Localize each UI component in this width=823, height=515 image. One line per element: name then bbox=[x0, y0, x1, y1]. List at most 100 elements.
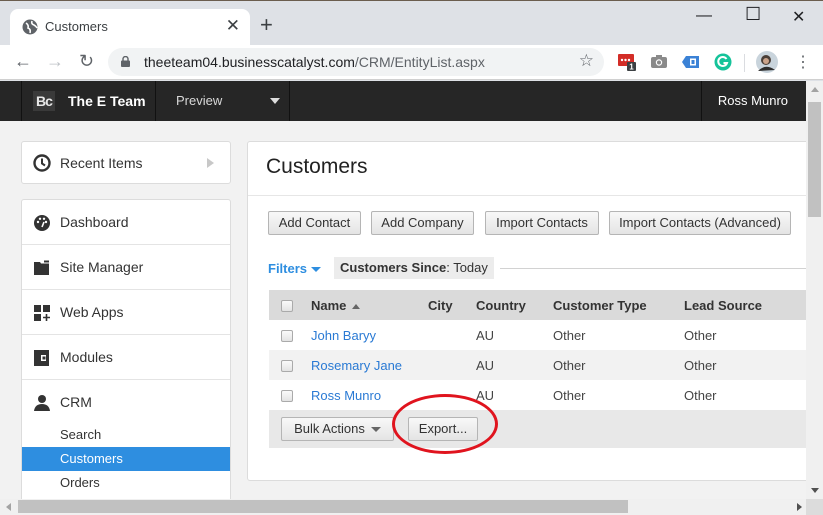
column-header-customer-type[interactable]: Customer Type bbox=[553, 290, 684, 320]
url-text[interactable]: theeteam04.businesscatalyst.com/CRM/Enti… bbox=[144, 54, 485, 70]
folder-icon bbox=[34, 260, 49, 275]
browser-tab[interactable]: Customers ✕ bbox=[10, 9, 250, 45]
camera-icon[interactable] bbox=[650, 53, 668, 71]
browser-window: Customers ✕ + — ☐ ✕ ← → ↻ theeteam04.bus… bbox=[0, 0, 823, 515]
tab-close-icon[interactable]: ✕ bbox=[226, 16, 240, 36]
vertical-scroll-thumb[interactable] bbox=[808, 102, 821, 217]
city-cell bbox=[428, 320, 476, 350]
scroll-right-arrow-icon[interactable] bbox=[797, 503, 802, 511]
row-checkbox[interactable] bbox=[281, 330, 293, 343]
sort-ascending-icon bbox=[352, 303, 361, 309]
title-divider bbox=[248, 195, 806, 196]
forward-button[interactable]: → bbox=[46, 50, 64, 72]
bulk-actions-bar: Bulk Actions Export... bbox=[269, 410, 806, 448]
add-company-button[interactable]: Add Company bbox=[371, 211, 474, 235]
sidebar-item-site-manager[interactable]: Site Manager bbox=[22, 245, 230, 290]
reload-button[interactable]: ↻ bbox=[79, 50, 94, 72]
address-bar[interactable]: theeteam04.businesscatalyst.com/CRM/Enti… bbox=[108, 48, 604, 76]
column-label: Name bbox=[311, 297, 347, 313]
recent-items-panel[interactable]: Recent Items bbox=[21, 141, 231, 184]
filter-chip[interactable]: Customers Since: Today bbox=[334, 257, 494, 279]
import-contacts-advanced-button[interactable]: Import Contacts (Advanced) bbox=[609, 211, 791, 235]
header-divider bbox=[155, 81, 156, 121]
customers-table: Name City Country Customer Type Lead Sou… bbox=[269, 290, 806, 410]
site-name[interactable]: The E Team bbox=[68, 93, 146, 109]
table-row: Ross Munro AU Other Other bbox=[269, 380, 806, 410]
customer-name-link[interactable]: John Baryy bbox=[311, 328, 376, 343]
city-cell bbox=[428, 350, 476, 380]
lastpass-icon[interactable]: 1 bbox=[618, 53, 636, 71]
column-header-city[interactable]: City bbox=[428, 290, 476, 320]
maximize-button[interactable]: ☐ bbox=[745, 4, 761, 25]
import-contacts-button[interactable]: Import Contacts bbox=[485, 211, 599, 235]
minimize-button[interactable]: — bbox=[696, 7, 712, 25]
table-row: Rosemary Jane AU Other Other bbox=[269, 350, 806, 380]
highlight-annotation-circle bbox=[392, 394, 498, 454]
lead-source-cell: Other bbox=[684, 320, 806, 350]
profile-avatar[interactable] bbox=[756, 51, 778, 73]
dashboard-icon bbox=[34, 215, 50, 231]
filter-key: Customers Since bbox=[340, 260, 447, 275]
browser-menu-icon[interactable]: ⋮ bbox=[795, 52, 811, 74]
name-cell: John Baryy bbox=[300, 320, 428, 350]
main-panel: Customers Add Contact Add Company Import… bbox=[247, 141, 806, 481]
horizontal-scrollbar[interactable] bbox=[0, 499, 806, 515]
customer-type-cell: Other bbox=[553, 350, 684, 380]
user-icon bbox=[34, 395, 50, 411]
row-select-cell bbox=[269, 350, 300, 380]
svg-text:1: 1 bbox=[629, 63, 634, 72]
column-header-country[interactable]: Country bbox=[476, 290, 553, 320]
customer-name-link[interactable]: Rosemary Jane bbox=[311, 358, 402, 373]
scroll-left-arrow-icon[interactable] bbox=[6, 503, 11, 511]
grammarly-icon[interactable] bbox=[714, 53, 732, 71]
header-divider bbox=[701, 81, 702, 121]
preview-dropdown[interactable]: Preview bbox=[176, 93, 222, 108]
select-all-checkbox[interactable] bbox=[281, 300, 293, 313]
close-window-button[interactable]: ✕ bbox=[792, 7, 805, 27]
sidebar-item-label: Modules bbox=[60, 349, 113, 365]
customer-type-cell: Other bbox=[553, 380, 684, 410]
header-divider bbox=[289, 81, 290, 121]
country-cell: AU bbox=[476, 350, 553, 380]
sidebar-item-label: Web Apps bbox=[60, 304, 124, 320]
chevron-right-icon bbox=[207, 158, 214, 168]
filters-label: Filters bbox=[268, 261, 308, 276]
sidebar-item-label: Dashboard bbox=[60, 214, 129, 230]
customer-type-cell: Other bbox=[553, 320, 684, 350]
add-contact-button[interactable]: Add Contact bbox=[268, 211, 361, 235]
recent-items-label: Recent Items bbox=[60, 155, 143, 171]
vertical-scrollbar[interactable] bbox=[806, 81, 823, 499]
row-checkbox[interactable] bbox=[281, 360, 293, 373]
bulk-actions-label: Bulk Actions bbox=[294, 421, 365, 436]
sidebar-subitem-customers[interactable]: Customers bbox=[22, 447, 230, 471]
scroll-down-arrow-icon[interactable] bbox=[811, 488, 819, 493]
lead-source-cell: Other bbox=[684, 350, 806, 380]
back-button[interactable]: ← bbox=[14, 50, 32, 72]
filters-toggle[interactable]: Filters bbox=[268, 261, 322, 276]
bookmark-star-icon[interactable]: ☆ bbox=[579, 51, 594, 71]
table-header-row: Name City Country Customer Type Lead Sou… bbox=[269, 290, 806, 320]
sidebar-item-modules[interactable]: Modules bbox=[22, 335, 230, 380]
row-select-cell bbox=[269, 380, 300, 410]
scrollbar-corner bbox=[806, 499, 823, 515]
app-header: Bc The E Team Preview Ross Munro bbox=[0, 81, 806, 121]
column-header-name[interactable]: Name bbox=[300, 290, 428, 320]
sidebar-item-crm[interactable]: CRM bbox=[22, 380, 230, 420]
tag-extension-icon[interactable] bbox=[682, 53, 700, 71]
chevron-down-icon[interactable] bbox=[270, 98, 280, 104]
sidebar-subitem-search[interactable]: Search bbox=[22, 423, 230, 447]
bc-logo[interactable]: Bc bbox=[33, 91, 55, 111]
bulk-actions-dropdown[interactable]: Bulk Actions bbox=[281, 417, 394, 441]
sidebar-item-dashboard[interactable]: Dashboard bbox=[22, 200, 230, 245]
sidebar-item-web-apps[interactable]: Web Apps bbox=[22, 290, 230, 335]
horizontal-scroll-thumb[interactable] bbox=[18, 500, 628, 513]
customer-name-link[interactable]: Ross Munro bbox=[311, 388, 381, 403]
url-path: /CRM/EntityList.aspx bbox=[354, 54, 485, 70]
sidebar-subitem-orders[interactable]: Orders bbox=[22, 471, 230, 495]
column-header-lead-source[interactable]: Lead Source bbox=[684, 290, 806, 320]
country-cell: AU bbox=[476, 320, 553, 350]
scroll-up-arrow-icon[interactable] bbox=[811, 87, 819, 92]
row-checkbox[interactable] bbox=[281, 390, 293, 403]
new-tab-button[interactable]: + bbox=[260, 13, 273, 37]
user-menu[interactable]: Ross Munro bbox=[718, 93, 788, 108]
